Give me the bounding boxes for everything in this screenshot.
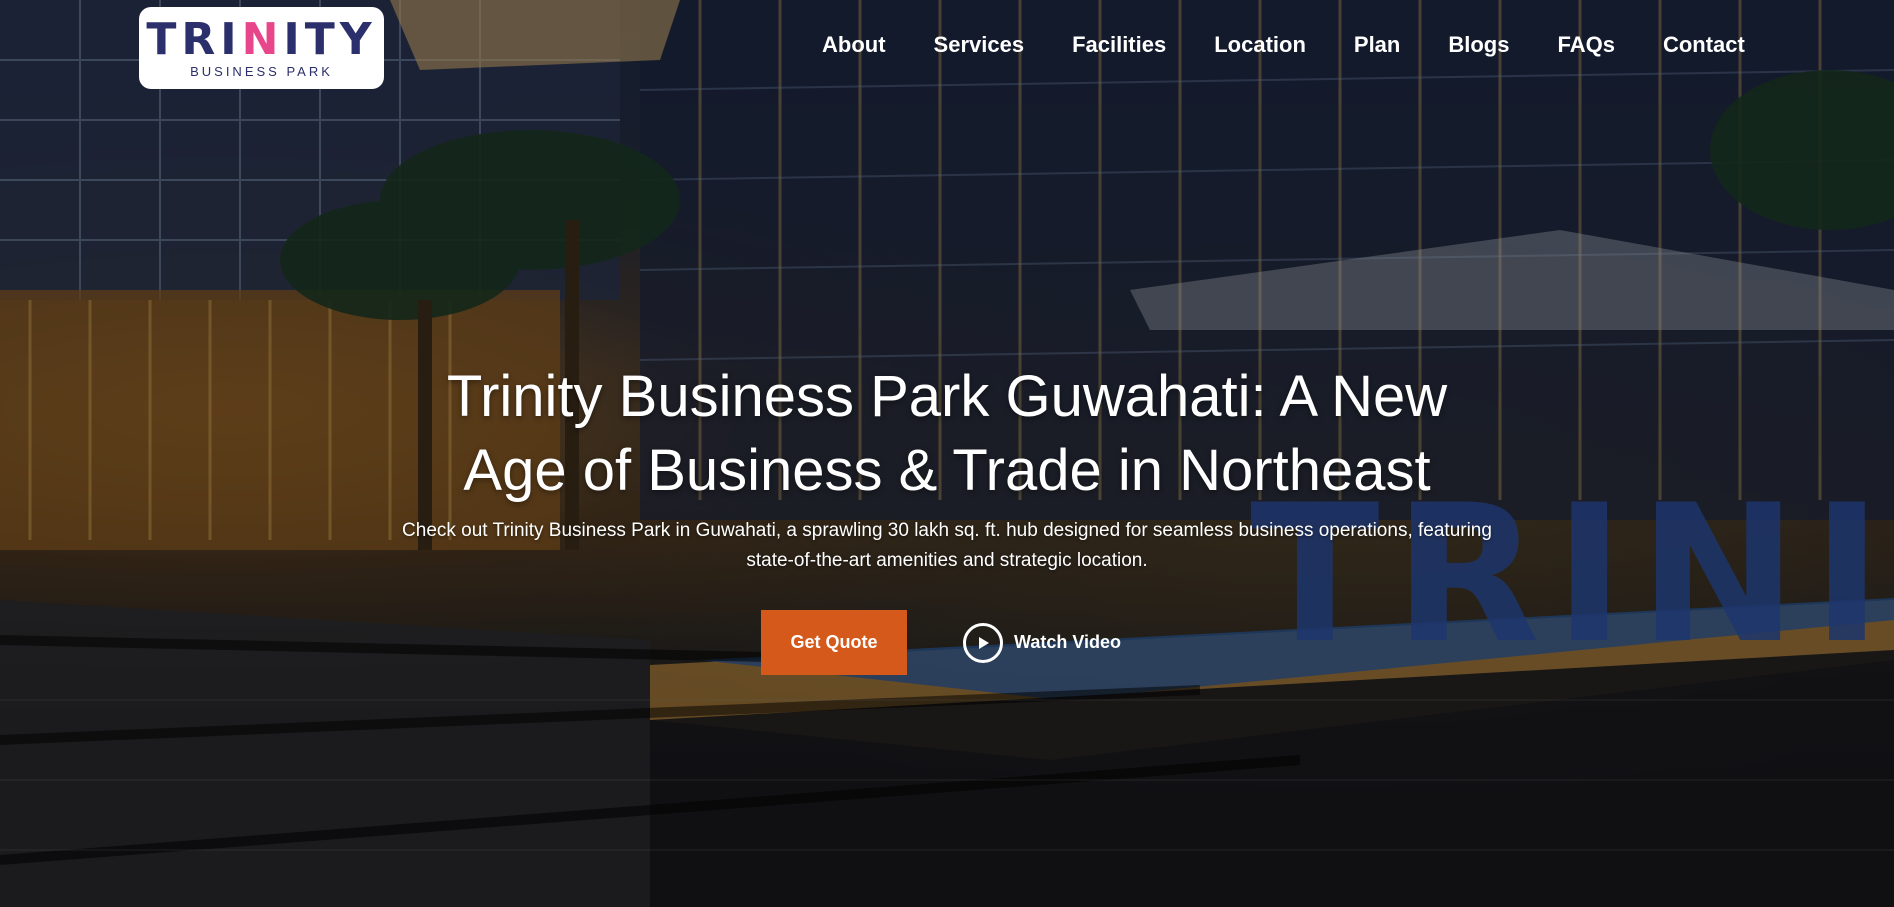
hero-section: TRINITY TRINITY BUSINESS PARK About Serv… <box>0 0 1894 907</box>
logo-subtitle: BUSINESS PARK <box>190 63 333 79</box>
watch-video-label: Watch Video <box>1014 632 1122 652</box>
nav-item-about[interactable]: About <box>822 32 886 58</box>
get-quote-button[interactable]: Get Quote <box>761 610 907 675</box>
nav-item-services[interactable]: Services <box>934 32 1025 58</box>
nav-item-faqs[interactable]: FAQs <box>1557 32 1614 58</box>
nav-item-facilities[interactable]: Facilities <box>1072 32 1166 58</box>
site-logo[interactable]: TRINITY BUSINESS PARK <box>139 7 384 89</box>
logo-wordmark: TRINITY <box>146 13 377 65</box>
nav-item-blogs[interactable]: Blogs <box>1448 32 1509 58</box>
hero-subtitle: Check out Trinity Business Park in Guwah… <box>402 520 1492 571</box>
nav-item-contact[interactable]: Contact <box>1663 32 1745 58</box>
watch-video-button[interactable]: Watch Video <box>963 622 1122 663</box>
hero-title: Trinity Business Park Guwahati: A New Ag… <box>446 364 1448 503</box>
play-circle-icon <box>963 622 1003 663</box>
hero-content: Trinity Business Park Guwahati: A New Ag… <box>0 360 1894 576</box>
nav-item-location[interactable]: Location <box>1214 32 1306 58</box>
nav-item-plan[interactable]: Plan <box>1354 32 1400 58</box>
hero-cta-group: Get Quote Watch Video <box>761 610 1121 675</box>
main-nav: About Services Facilities Location Plan … <box>822 32 1745 58</box>
